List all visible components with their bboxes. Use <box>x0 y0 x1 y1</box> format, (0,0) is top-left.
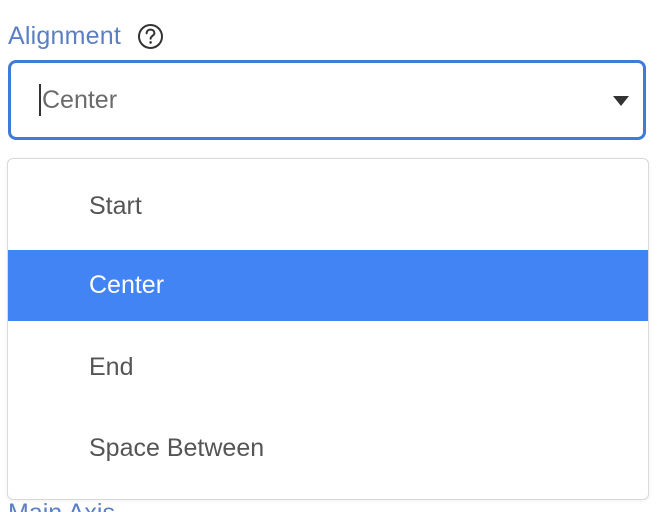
caret-down-icon[interactable] <box>612 94 630 106</box>
next-field-label: Main Axis <box>8 501 115 512</box>
option-start[interactable]: Start <box>8 171 648 242</box>
text-cursor <box>39 84 41 116</box>
alignment-label-row: Alignment <box>8 18 164 54</box>
option-center[interactable]: Center <box>8 250 648 321</box>
alignment-dropdown-menu: Start Center End Space Between <box>7 158 649 500</box>
alignment-select[interactable]: Center <box>8 60 646 140</box>
question-circle-icon[interactable] <box>137 23 164 50</box>
option-end[interactable]: End <box>8 332 648 403</box>
option-space-between[interactable]: Space Between <box>8 413 648 484</box>
alignment-label: Alignment <box>8 21 121 50</box>
alignment-select-value: Center <box>42 85 118 114</box>
